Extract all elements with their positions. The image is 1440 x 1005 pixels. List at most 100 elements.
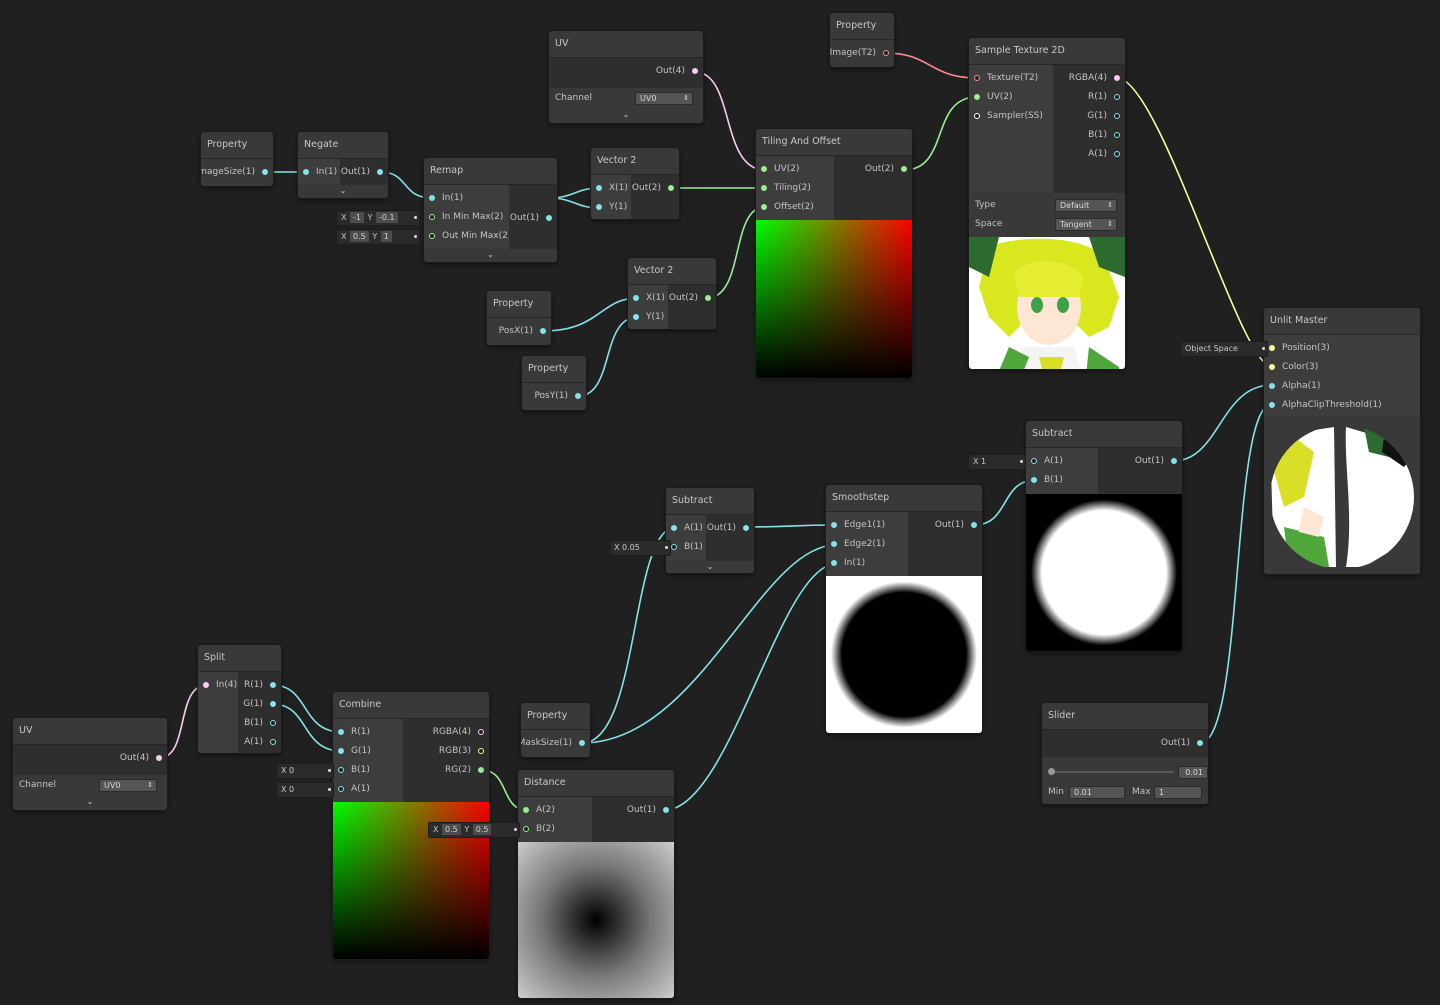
image-out-port[interactable]: Image(T2) (830, 44, 894, 62)
collapse-chevron-icon[interactable]: ⌄ (13, 796, 167, 808)
master-color-port[interactable]: Color(3) (1264, 358, 1318, 376)
masksize-out-port[interactable]: MaskSize(1) (521, 734, 590, 752)
vec-y-port[interactable]: Y(1) (628, 308, 664, 326)
collapse-chevron-icon[interactable]: ⌄ (666, 561, 754, 573)
a-output[interactable]: A(1) (1088, 145, 1125, 163)
property-imagesize-node[interactable]: Property ImageSize(1) (201, 132, 273, 186)
combine-rgb-port[interactable]: RGB(3) (439, 742, 489, 760)
type-dropdown[interactable]: Default ⇕ (1055, 199, 1117, 212)
uv-node-bottom[interactable]: UV Out(4) Channel UV0 ⇕ ⌄ (13, 718, 167, 810)
posy-out-port[interactable]: PosY(1) (534, 387, 586, 405)
subtract-b-port[interactable]: B(1) (1026, 471, 1063, 489)
distance-a-port[interactable]: A(2) (518, 801, 555, 819)
r-output[interactable]: R(1) (1088, 88, 1125, 106)
property-image-node[interactable]: Property Image(T2) (830, 13, 894, 67)
remap-outminmax-port[interactable]: Out Min Max(2) (424, 227, 511, 245)
split-b-port[interactable]: B(1) (244, 714, 281, 732)
slider-min-field[interactable]: 0.01 (1069, 786, 1125, 799)
sample-texture-2d-node[interactable]: Sample Texture 2D Texture(T2) UV(2) Samp… (969, 38, 1125, 369)
subtract-out-port[interactable]: Out(1) (707, 519, 754, 537)
subtract-b-port[interactable]: B(1) (666, 538, 703, 556)
negate-node[interactable]: Negate In(1) Out(1) ⌄ (298, 132, 388, 198)
vec-y-port[interactable]: Y(1) (591, 198, 627, 216)
tiling-out-port[interactable]: Out(2) (865, 160, 912, 178)
uv-input[interactable]: UV(2) (969, 88, 1013, 106)
vec-x-port[interactable]: X(1) (591, 179, 628, 197)
sampler-input[interactable]: Sampler(SS) (969, 107, 1043, 125)
slider-node[interactable]: Slider Out(1) 0.01 Min 0.01 Max 1 (1042, 703, 1208, 804)
b-output[interactable]: B(1) (1088, 126, 1125, 144)
combine-rg-port[interactable]: RG(2) (445, 761, 489, 779)
channel-dropdown[interactable]: UV0 ⇕ (99, 779, 157, 792)
vector2-node-b[interactable]: Vector 2 X(1) Y(1) Out(2) (628, 258, 716, 329)
split-r-port[interactable]: R(1) (244, 676, 281, 694)
posx-out-port[interactable]: PosX(1) (499, 322, 551, 340)
combine-rgba-port[interactable]: RGBA(4) (433, 723, 489, 741)
property-posy-node[interactable]: Property PosY(1) (522, 356, 586, 410)
combine-b-field[interactable]: X 0 (276, 763, 334, 779)
split-g-port[interactable]: G(1) (243, 695, 281, 713)
vec-out-port[interactable]: Out(2) (669, 289, 716, 307)
remap-inminmax-port[interactable]: In Min Max(2) (424, 208, 503, 226)
subtract-node-top[interactable]: Subtract A(1) B(1) Out(1) (1026, 421, 1182, 651)
combine-a-port[interactable]: A(1) (333, 780, 370, 798)
rgba-output[interactable]: RGBA(4) (1069, 69, 1125, 87)
slider-handle[interactable] (1048, 768, 1055, 775)
distance-b-field[interactable]: X 0.5 Y 0.5 (428, 822, 520, 838)
distance-b-port[interactable]: B(2) (518, 820, 555, 838)
unlit-master-node[interactable]: Unlit Master Position(3) Color(3) Alpha(… (1264, 308, 1420, 574)
tiling-offset-port[interactable]: Offset(2) (756, 198, 814, 216)
collapse-chevron-icon[interactable]: ⌄ (424, 249, 557, 261)
distance-node[interactable]: Distance A(2) B(2) Out(1) (518, 770, 674, 998)
smoothstep-edge2-port[interactable]: Edge2(1) (826, 535, 885, 553)
uv-out-port[interactable]: Out(4) (120, 749, 167, 767)
slider-max-field[interactable]: 1 (1154, 786, 1202, 799)
subtract-a-port[interactable]: A(1) (666, 519, 703, 537)
split-a-port[interactable]: A(1) (244, 733, 281, 751)
smoothstep-in-port[interactable]: In(1) (826, 554, 865, 572)
combine-r-port[interactable]: R(1) (333, 723, 370, 741)
subtract-node-mid[interactable]: Subtract A(1) B(1) Out(1) ⌄ (666, 488, 754, 573)
master-position-port[interactable]: Position(3) (1264, 339, 1330, 357)
collapse-chevron-icon[interactable]: ⌄ (549, 109, 703, 121)
split-node[interactable]: Split In(4) R(1) G(1) B(1) A(1) (198, 645, 281, 753)
tiling-tiling-port[interactable]: Tiling(2) (756, 179, 811, 197)
combine-a-field[interactable]: X 0 (276, 782, 334, 798)
slider-value-field[interactable]: 0.01 (1178, 766, 1208, 779)
smoothstep-out-port[interactable]: Out(1) (935, 516, 982, 534)
port-icon[interactable] (692, 68, 698, 74)
master-alphaclip-port[interactable]: AlphaClipThreshold(1) (1264, 396, 1382, 414)
master-alpha-port[interactable]: Alpha(1) (1264, 377, 1320, 395)
slider-track[interactable] (1050, 771, 1174, 773)
collapse-chevron-icon[interactable]: ⌄ (298, 185, 388, 197)
subtract-a-port[interactable]: A(1) (1026, 452, 1063, 470)
negate-out-port[interactable]: Out(1) (341, 163, 388, 181)
slider-out-port[interactable]: Out(1) (1161, 734, 1208, 752)
property-posx-node[interactable]: Property PosX(1) (487, 291, 551, 345)
combine-g-port[interactable]: G(1) (333, 742, 371, 760)
tiling-offset-node[interactable]: Tiling And Offset UV(2) Tiling(2) Offset… (756, 129, 912, 378)
smoothstep-edge1-port[interactable]: Edge1(1) (826, 516, 885, 534)
split-in-port[interactable]: In(4) (198, 676, 237, 694)
vec-out-port[interactable]: Out(2) (632, 179, 679, 197)
uv-out-port[interactable]: Out(4) (656, 62, 703, 80)
texture-input[interactable]: Texture(T2) (969, 69, 1038, 87)
combine-b-port[interactable]: B(1) (333, 761, 370, 779)
position-space-field[interactable]: Object Space (1180, 341, 1268, 357)
space-dropdown[interactable]: Tangent ⇕ (1055, 218, 1117, 231)
subtract-out-port[interactable]: Out(1) (1135, 452, 1182, 470)
remap-outminmax-field[interactable]: X 0.5 Y 1 (336, 229, 420, 245)
remap-node[interactable]: Remap In(1) In Min Max(2) Out Min Max(2)… (424, 158, 557, 262)
uv-node-top[interactable]: UV Out(4) Channel UV0 ⇕ ⌄ (549, 31, 703, 123)
remap-in-port[interactable]: In(1) (424, 189, 463, 207)
remap-inminmax-field[interactable]: X -1 Y -0.1 (336, 210, 420, 226)
property-masksize-node[interactable]: Property MaskSize(1) (521, 703, 590, 757)
negate-in-port[interactable]: In(1) (298, 163, 337, 181)
g-output[interactable]: G(1) (1087, 107, 1125, 125)
smoothstep-node[interactable]: Smoothstep Edge1(1) Edge2(1) In(1) Out(1… (826, 485, 982, 733)
distance-out-port[interactable]: Out(1) (627, 801, 674, 819)
vec-x-port[interactable]: X(1) (628, 289, 665, 307)
vector2-node-a[interactable]: Vector 2 X(1) Y(1) Out(2) (591, 148, 679, 219)
channel-dropdown[interactable]: UV0 ⇕ (635, 92, 693, 105)
subtract-a-field[interactable]: X 1 (968, 454, 1026, 470)
